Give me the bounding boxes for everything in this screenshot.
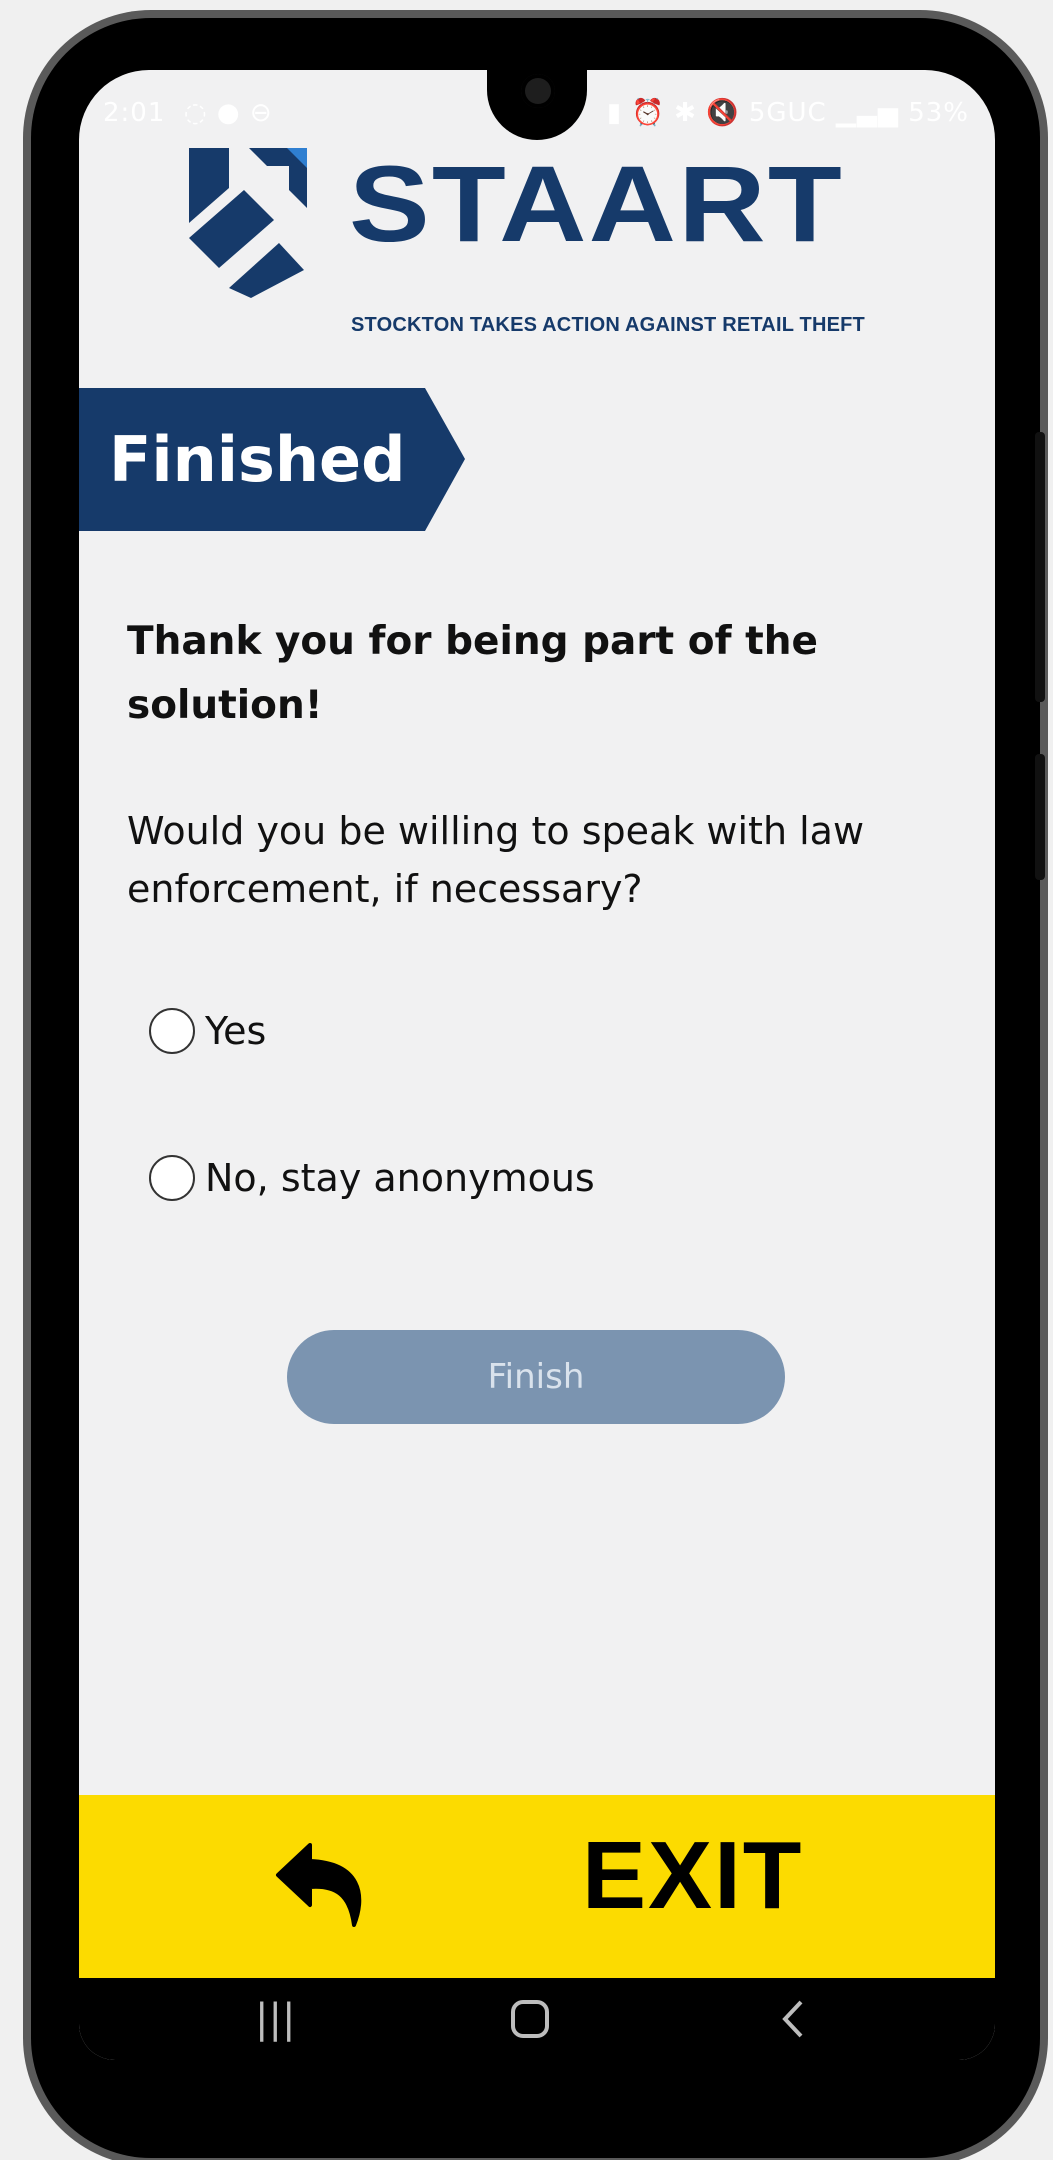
exit-bar: EXIT xyxy=(79,1795,995,1978)
notification-icons: ◌ ● ⊖ xyxy=(174,98,273,128)
exit-button[interactable]: EXIT xyxy=(582,1821,803,1931)
option-anonymous[interactable]: No, stay anonymous xyxy=(149,1155,595,1201)
finish-button[interactable]: Finish xyxy=(287,1330,785,1424)
logo-tagline: STOCKTON TAKES ACTION AGAINST RETAIL THE… xyxy=(351,314,865,336)
banner-title: Finished xyxy=(109,423,406,496)
status-bar-right: ▮ ⏰ ✱ 🔇 5GUC ▁▃▅ 53% xyxy=(607,98,969,128)
radio-anonymous[interactable] xyxy=(149,1155,195,1201)
camera-notch xyxy=(487,70,587,140)
android-nav-bar: ||| xyxy=(79,1978,995,2060)
radio-yes[interactable] xyxy=(149,1008,195,1054)
staart-logo-mark xyxy=(189,148,307,298)
power-button xyxy=(1035,754,1045,880)
volume-button xyxy=(1035,432,1045,702)
status-time: 2:01 xyxy=(103,98,166,128)
option-anonymous-label[interactable]: No, stay anonymous xyxy=(205,1156,595,1200)
thank-you-heading: Thank you for being part of the solution… xyxy=(127,619,818,728)
logo-wordmark: STAART xyxy=(349,143,844,264)
option-yes[interactable]: Yes xyxy=(149,1008,266,1054)
system-icons: ▮ ⏰ ✱ 🔇 xyxy=(606,98,749,128)
contact-question: Would you be willing to speak with law e… xyxy=(127,809,865,911)
status-bar-left: 2:01 ◌ ● ⊖ xyxy=(103,98,273,128)
signal-icon: ▁▃▅ xyxy=(835,98,909,128)
front-camera xyxy=(521,74,555,108)
option-yes-label[interactable]: Yes xyxy=(205,1009,266,1053)
staart-logo: STAART STOCKTON TAKES ACTION AGAINST RET… xyxy=(189,143,899,336)
app-screen: 2:01 ◌ ● ⊖ ▮ ⏰ ✱ 🔇 5GUC ▁▃▅ 53% STAART S… xyxy=(79,70,995,2060)
battery-level: 53% xyxy=(908,98,969,128)
home-icon[interactable] xyxy=(511,1978,551,2060)
network-type: 5GUC xyxy=(748,98,827,128)
recent-apps-icon[interactable]: ||| xyxy=(255,1978,295,2060)
section-banner: Finished xyxy=(79,388,465,531)
reply-arrow-icon[interactable] xyxy=(274,1835,370,1935)
back-nav-icon[interactable] xyxy=(779,1978,809,2060)
